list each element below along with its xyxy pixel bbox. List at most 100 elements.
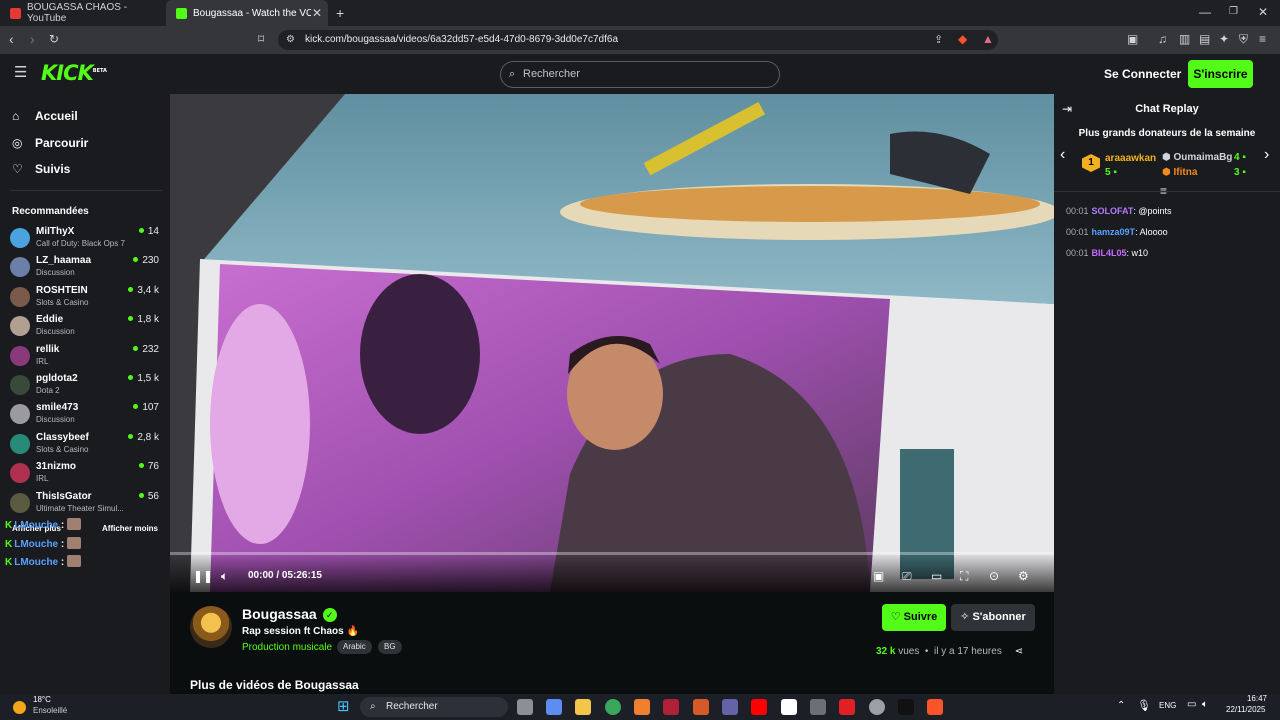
channel-category: Discussion	[36, 415, 75, 425]
donors-next-icon[interactable]: ›	[1264, 147, 1269, 163]
copilot-icon[interactable]	[546, 699, 562, 715]
theater-mode-icon[interactable]: ▭	[931, 569, 942, 583]
app-icon[interactable]	[869, 699, 885, 715]
chat-title: Chat Replay	[1135, 103, 1199, 115]
hamburger-menu-icon[interactable]: ☰	[14, 65, 27, 80]
video-player[interactable]: ❚❚ 🔈︎ 00:00 / 05:26:15 ▣ ⎚ ▭ ⛶ ⊙ ⚙	[170, 94, 1054, 592]
channel-item[interactable]: ROSHTEIN Slots & Casino 3,4 k	[10, 283, 160, 311]
clock-time[interactable]: 16:47	[1231, 694, 1267, 703]
new-tab-icon[interactable]: +	[336, 6, 344, 20]
subscribe-button[interactable]: ✧ S'abonner	[951, 604, 1035, 631]
channel-item[interactable]: Eddie Discussion 1,8 k	[10, 312, 160, 340]
settings-icon[interactable]: ⚙	[1018, 569, 1029, 583]
menu-icon[interactable]: ≡	[1259, 32, 1266, 46]
message-time: 00:01	[1066, 227, 1089, 237]
close-tab-icon[interactable]: ✕	[312, 6, 322, 20]
emote-icon	[67, 537, 82, 549]
share-icon[interactable]: ⋖	[1015, 646, 1023, 657]
pip-icon[interactable]: ▣	[873, 569, 884, 583]
app-icon[interactable]	[781, 699, 797, 715]
wallet-icon[interactable]: ▤	[1199, 32, 1210, 46]
app-icon[interactable]	[634, 699, 650, 715]
tab-kick[interactable]: Bougassaa - Watch the VOD on ✕	[166, 0, 328, 26]
restore-icon[interactable]: ❐	[1229, 5, 1238, 19]
channel-avatar[interactable]	[190, 606, 232, 648]
reload-icon[interactable]: ↻	[49, 32, 59, 46]
channel-item[interactable]: pgldota2 Dota 2 1,5 k	[10, 371, 160, 399]
channel-avatar	[10, 492, 30, 513]
message-user[interactable]: hamza09T	[1092, 227, 1136, 237]
fullscreen-icon[interactable]: ⛶	[960, 569, 968, 583]
sidebar-toggle-icon[interactable]: ▥	[1179, 32, 1190, 46]
brave-shield-icon[interactable]: ◆	[958, 32, 967, 46]
channel-item[interactable]: rellik IRL 232	[10, 342, 160, 370]
app-icon[interactable]	[693, 699, 709, 715]
teams-icon[interactable]	[722, 699, 738, 715]
sidebar-item-following[interactable]: ♡ Suivis	[12, 162, 70, 176]
bookmark-icon[interactable]: ⌑	[258, 32, 264, 46]
playback-speed-icon[interactable]: ⊙	[989, 569, 999, 583]
search-input[interactable]: ⌕ Rechercher	[500, 61, 780, 88]
file-explorer-icon[interactable]	[575, 699, 591, 715]
chrome-icon[interactable]	[605, 699, 621, 715]
show-less-button[interactable]: Afficher moins	[102, 524, 158, 533]
donors-prev-icon[interactable]: ‹	[1060, 147, 1065, 163]
minimize-icon[interactable]: —	[1199, 5, 1211, 19]
tab-title: BOUGASSA CHAOS - YouTube	[27, 2, 128, 24]
kick-logo[interactable]: KICKBETA	[41, 61, 107, 85]
tab-youtube[interactable]: BOUGASSA CHAOS - YouTube	[0, 0, 162, 26]
nav-label: Suivis	[35, 162, 71, 176]
youtube-icon[interactable]	[751, 699, 767, 715]
screenshot-icon[interactable]: ▣	[1127, 32, 1138, 46]
pause-icon[interactable]: ❚❚	[193, 569, 213, 583]
sidebar-item-home[interactable]: ⌂ Accueil	[12, 109, 78, 123]
back-icon[interactable]: ‹	[9, 32, 14, 46]
channel-item[interactable]: Classybeef Slots & Casino 2,8 k	[10, 430, 160, 458]
tag-arabic[interactable]: Arabic	[337, 640, 372, 654]
live-dot-icon	[138, 228, 144, 233]
volume-icon[interactable]: 🔈︎	[221, 569, 228, 583]
signup-button[interactable]: S'inscrire	[1188, 60, 1253, 88]
app-icon[interactable]	[810, 699, 826, 715]
login-button[interactable]: Se Connecter	[1104, 67, 1181, 81]
volume-icon[interactable]: 🔈︎	[1202, 699, 1208, 710]
channel-name[interactable]: Bougassaa ✓	[242, 606, 337, 622]
progress-bar[interactable]	[170, 552, 1054, 555]
task-view-icon[interactable]	[517, 699, 533, 715]
app-icon[interactable]	[898, 699, 914, 715]
media-icon[interactable]: ♫	[1158, 32, 1167, 46]
close-window-icon[interactable]: ✕	[1258, 5, 1268, 19]
brave-icon[interactable]	[927, 699, 943, 715]
site-info-icon[interactable]: ⚙	[286, 33, 295, 47]
channel-category: Ultimate Theater Simul...	[36, 503, 124, 513]
brave-rewards-icon[interactable]: ▲	[982, 32, 994, 46]
channel-item[interactable]: ThisIsGator Ultimate Theater Simul... 56	[10, 489, 160, 517]
leo-ai-icon[interactable]: ✦	[1219, 32, 1229, 46]
channel-item[interactable]: 31nizmo IRL 76	[10, 459, 160, 487]
app-icon[interactable]	[839, 699, 855, 715]
chevron-up-icon[interactable]: ⌃	[1117, 700, 1125, 711]
tag-bg[interactable]: BG	[378, 640, 402, 654]
channel-item[interactable]: MiIThyX Call of Duty: Black Ops 7 14	[10, 224, 160, 252]
vpn-icon[interactable]: ⛨	[1239, 32, 1248, 46]
share-icon[interactable]: ⇪	[934, 33, 943, 47]
url-field[interactable]: ⚙ kick.com/bougassaa/videos/6a32dd57-e5d…	[278, 30, 998, 50]
channel-item[interactable]: smile473 Discussion 107	[10, 400, 160, 428]
clock-date[interactable]: 22/11/2025	[1226, 705, 1265, 714]
channel-item[interactable]: LZ_haamaa Discussion 230	[10, 253, 160, 281]
forward-icon[interactable]: ›	[30, 32, 35, 46]
windows-start-icon[interactable]: ⊞	[337, 697, 350, 715]
taskbar-search[interactable]: ⌕ Rechercher	[360, 697, 508, 717]
clip-icon[interactable]: ⎚	[902, 569, 912, 583]
app-icon[interactable]	[663, 699, 679, 715]
message-user[interactable]: BIL4L05	[1092, 248, 1127, 258]
microphone-icon[interactable]: 🎙︎	[1137, 699, 1151, 712]
channel-avatar	[10, 375, 30, 395]
category-link[interactable]: Production musicale	[242, 642, 332, 653]
message-user[interactable]: SOLOFAT	[1092, 206, 1134, 216]
language-indicator[interactable]: ENG	[1159, 701, 1176, 710]
sidebar-item-browse[interactable]: ◎ Parcourir	[12, 136, 88, 150]
follow-button[interactable]: ♡ Suivre	[882, 604, 946, 631]
message-time: 00:01	[1066, 248, 1089, 258]
network-icon[interactable]: ▭	[1187, 699, 1196, 710]
